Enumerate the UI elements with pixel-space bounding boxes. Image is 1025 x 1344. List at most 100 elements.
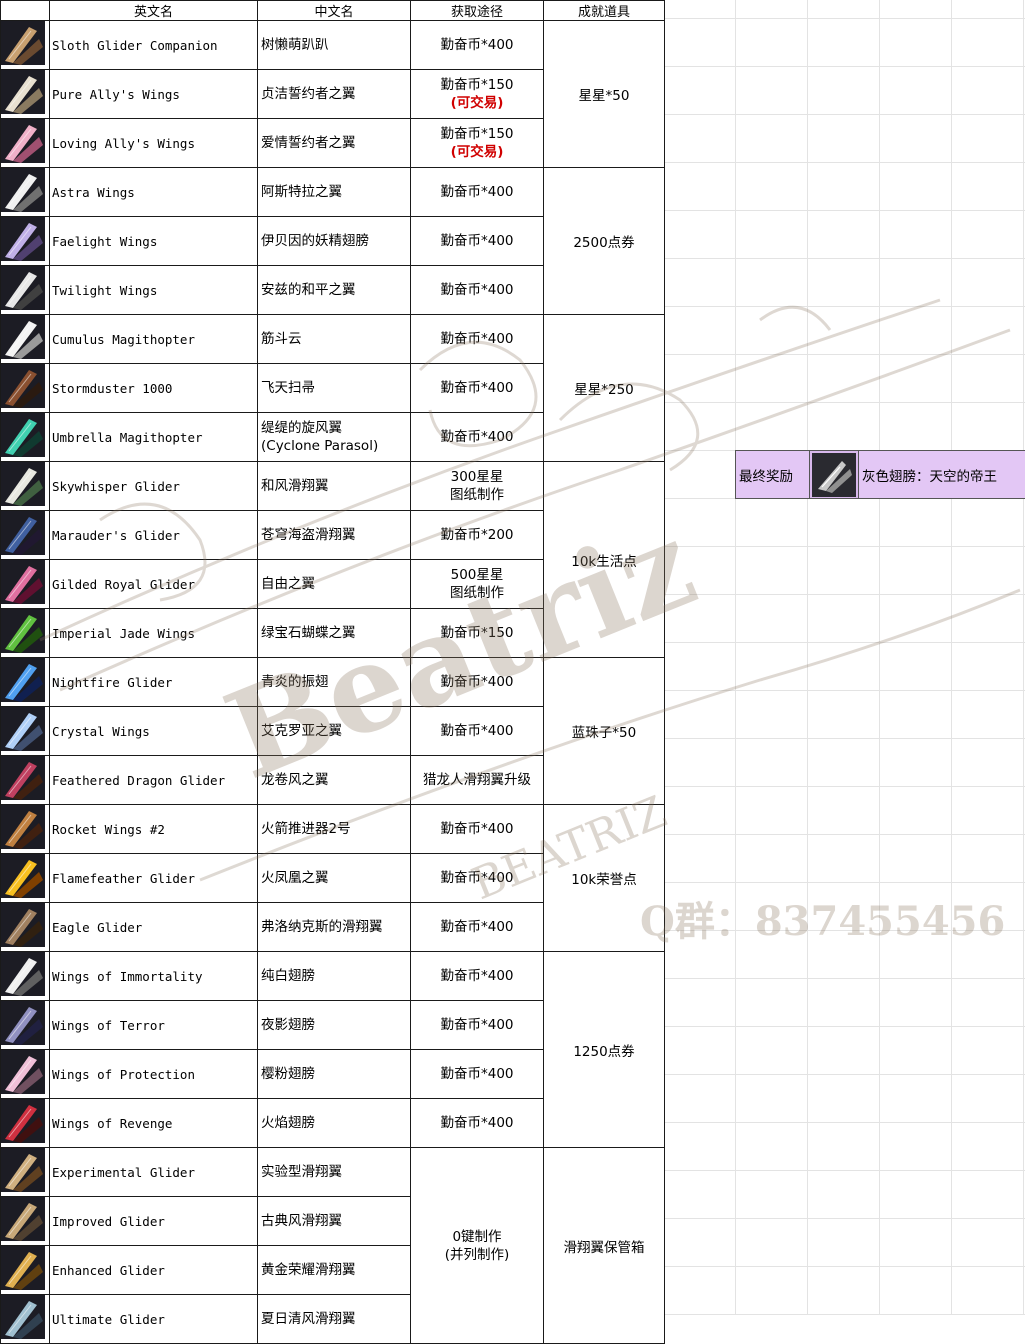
chinese-name: 安兹的和平之翼 [257,265,411,315]
source-text: 勤奋币*400 [440,380,514,396]
chinese-name-text: 夜影翅膀 [261,1017,315,1033]
source-cell: 勤奋币*400 [410,853,544,903]
header-icon [0,0,50,21]
source-text-2: 图纸制作 [450,585,504,601]
chinese-name-text: 青炎的振翅 [261,674,329,690]
achievement-cell: 10k荣誉点 [543,804,665,952]
final-reward: 最终奖励 灰色翅膀：天空的帝王 [735,450,1025,499]
english-name: Sloth Glider Companion [49,20,258,70]
english-name: Imperial Jade Wings [49,608,258,658]
chinese-name: 贞洁誓约者之翼 [257,69,411,119]
chinese-name: 青炎的振翅 [257,657,411,707]
chinese-name: 绿宝石蝴蝶之翼 [257,608,411,658]
source-text: 勤奋币*400 [440,1017,514,1033]
chinese-name-text: 纯白翅膀 [261,968,315,984]
english-name: Crystal Wings [49,706,258,756]
english-name: Faelight Wings [49,216,258,266]
table-row: Experimental Glider 实验型滑翔翼 0键制作 (并列制作) 滑翔翼保管… [0,1147,665,1344]
english-name: Ultimate Glider [49,1294,258,1344]
source-text: 勤奋币*400 [440,1115,514,1131]
english-name: Feathered Dragon Glider [49,755,258,805]
source-text: 勤奋币*400 [440,282,514,298]
item-icon [0,314,50,364]
chinese-name-text: 贞洁誓约者之翼 [261,86,356,102]
chinese-name: 筋斗云 [257,314,411,364]
source-cell: 勤奋币*400 [410,706,544,756]
item-icon [0,363,50,413]
source-cell: 勤奋币*400 [410,314,544,364]
source-text-2: 图纸制作 [450,487,504,503]
item-icon [0,1196,50,1246]
chinese-name: 缇缇的旋风翼 (Cyclone Parasol) [257,412,411,462]
english-name: Flamefeather Glider [49,853,258,903]
source-cell: 猎龙人滑翔翼升级 [410,755,544,805]
merged-source-cell: 0键制作 (并列制作) [410,1147,544,1344]
source-text: 勤奋币*400 [440,37,514,53]
source-cell: 勤奋币*400 [410,804,544,854]
chinese-name-text: 火凤凰之翼 [261,870,329,886]
english-name: Astra Wings [49,167,258,217]
source-text: 500星星 [450,567,504,583]
item-icon [0,265,50,315]
chinese-name-text: 苍穹海盗滑翔翼 [261,527,356,543]
header-cn: 中文名 [257,0,411,21]
source-text: 勤奋币*400 [440,821,514,837]
english-name: Cumulus Magithopter [49,314,258,364]
header-source: 获取途径 [410,0,544,21]
source-text: 勤奋币*400 [440,968,514,984]
item-icon [0,510,50,560]
item-icon [0,118,50,168]
source-cell: 勤奋币*200 [410,510,544,560]
achievement-cell: 1250点券 [543,951,665,1148]
english-name: Skywhisper Glider [49,461,258,511]
tradable-note: (可交易) [450,95,504,111]
source-cell: 勤奋币*400 [410,902,544,952]
source-cell: 勤奋币*150 (可交易) [410,69,544,119]
english-name: Improved Glider [49,1196,258,1246]
english-name: Gilded Royal Glider [49,559,258,609]
english-name: Wings of Protection [49,1049,258,1099]
english-name: Marauder's Glider [49,510,258,560]
english-name: Enhanced Glider [49,1245,258,1295]
item-icon [0,20,50,70]
chinese-name: 飞天扫帚 [257,363,411,413]
item-icon [0,608,50,658]
source-cell: 勤奋币*400 [410,1049,544,1099]
table-row: Nightfire Glider 青炎的振翅 勤奋币*400 蓝珠子*50 [0,657,665,805]
header-achievement: 成就道具 [543,0,665,21]
chinese-name-text: 阿斯特拉之翼 [261,184,342,200]
source-cell: 勤奋币*400 [410,951,544,1001]
english-name: Pure Ally's Wings [49,69,258,119]
chinese-name-text: 夏日清风滑翔翼 [261,1311,356,1327]
achievement-cell: 滑翔翼保管箱 [543,1147,665,1344]
chinese-name: 伊贝因的妖精翅膀 [257,216,411,266]
source-text: 勤奋币*400 [440,1066,514,1082]
source-cell: 300星星 图纸制作 [410,461,544,511]
chinese-name-text: 伊贝因的妖精翅膀 [261,233,369,249]
chinese-name-text: 树懒萌趴趴 [261,37,329,53]
item-icon [0,755,50,805]
chinese-name-text: 自由之翼 [261,576,315,592]
chinese-name: 火焰翅膀 [257,1098,411,1148]
chinese-name: 树懒萌趴趴 [257,20,411,70]
english-name: Eagle Glider [49,902,258,952]
item-icon [0,951,50,1001]
chinese-name-text: 绿宝石蝴蝶之翼 [261,625,356,641]
source-text: 勤奋币*400 [440,919,514,935]
chinese-name: 黄金荣耀滑翔翼 [257,1245,411,1295]
english-name: Umbrella Magithopter [49,412,258,462]
source-text: 勤奋币*150 [440,625,514,641]
english-name: Nightfire Glider [49,657,258,707]
source-text: 猎龙人滑翔翼升级 [423,772,531,788]
item-icon [0,412,50,462]
source-cell: 勤奋币*400 [410,216,544,266]
item-icon [0,461,50,511]
chinese-name: 阿斯特拉之翼 [257,167,411,217]
table-row: Wings of Immortality 纯白翅膀 勤奋币*400 1250点券 [0,951,665,1148]
chinese-name-text: 古典风滑翔翼 [261,1213,342,1229]
chinese-name: 樱粉翅膀 [257,1049,411,1099]
item-icon [0,902,50,952]
item-icon [0,1245,50,1295]
chinese-name: 龙卷风之翼 [257,755,411,805]
source-cell: 勤奋币*400 [410,412,544,462]
